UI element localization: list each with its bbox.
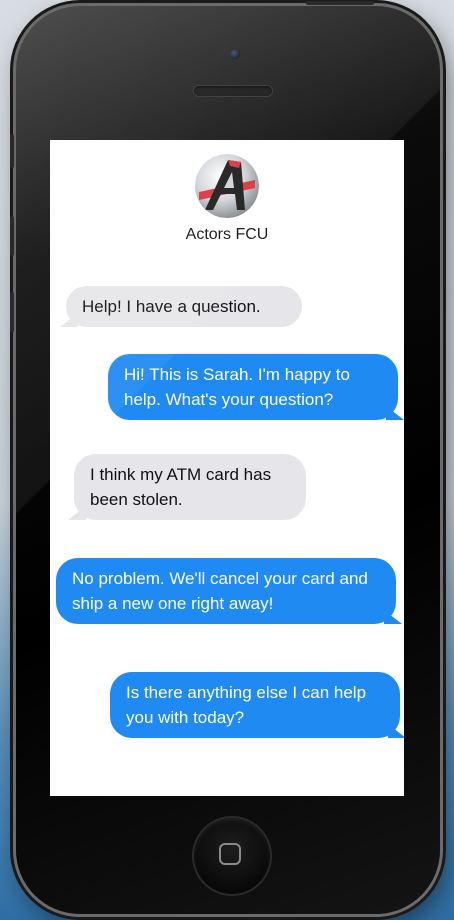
bubble-tail	[388, 724, 404, 738]
phone-frame: Actors FCU Help! I have a question. Hi! …	[10, 1, 440, 914]
volume-up-button[interactable]	[10, 216, 14, 256]
message-bubble-outgoing[interactable]: Hi! This is Sarah. I'm happy to help. Wh…	[108, 354, 404, 420]
message-bubble-outgoing[interactable]: No problem. We'll cancel your card and s…	[56, 558, 402, 624]
bubble-tail	[68, 506, 86, 520]
message-text: Hi! This is Sarah. I'm happy to help. Wh…	[124, 365, 350, 409]
mute-switch[interactable]	[10, 134, 14, 168]
actors-fcu-logo-icon	[195, 154, 259, 218]
message-text: Help! I have a question.	[82, 297, 261, 316]
message-bubble-outgoing[interactable]: Is there anything else I can help you wi…	[110, 672, 404, 738]
front-camera-icon	[229, 48, 241, 60]
volume-down-button[interactable]	[10, 292, 14, 332]
message-text: Is there anything else I can help you wi…	[126, 683, 367, 727]
bubble-tail	[386, 406, 404, 420]
contact-header[interactable]: Actors FCU	[50, 154, 404, 244]
message-text: I think my ATM card has been stolen.	[90, 465, 272, 509]
contact-name: Actors FCU	[185, 226, 269, 243]
power-button[interactable]	[306, 1, 374, 5]
home-square-icon	[219, 843, 241, 865]
message-text: No problem. We'll cancel your card and s…	[72, 569, 368, 613]
message-bubble-incoming[interactable]: I think my ATM card has been stolen.	[68, 454, 306, 520]
bubble-tail	[60, 313, 78, 327]
messages-screen: Actors FCU Help! I have a question. Hi! …	[50, 140, 404, 796]
earpiece-speaker	[194, 86, 272, 96]
home-button[interactable]	[194, 818, 270, 894]
bubble-tail	[384, 610, 402, 624]
message-bubble-incoming[interactable]: Help! I have a question.	[60, 286, 302, 327]
